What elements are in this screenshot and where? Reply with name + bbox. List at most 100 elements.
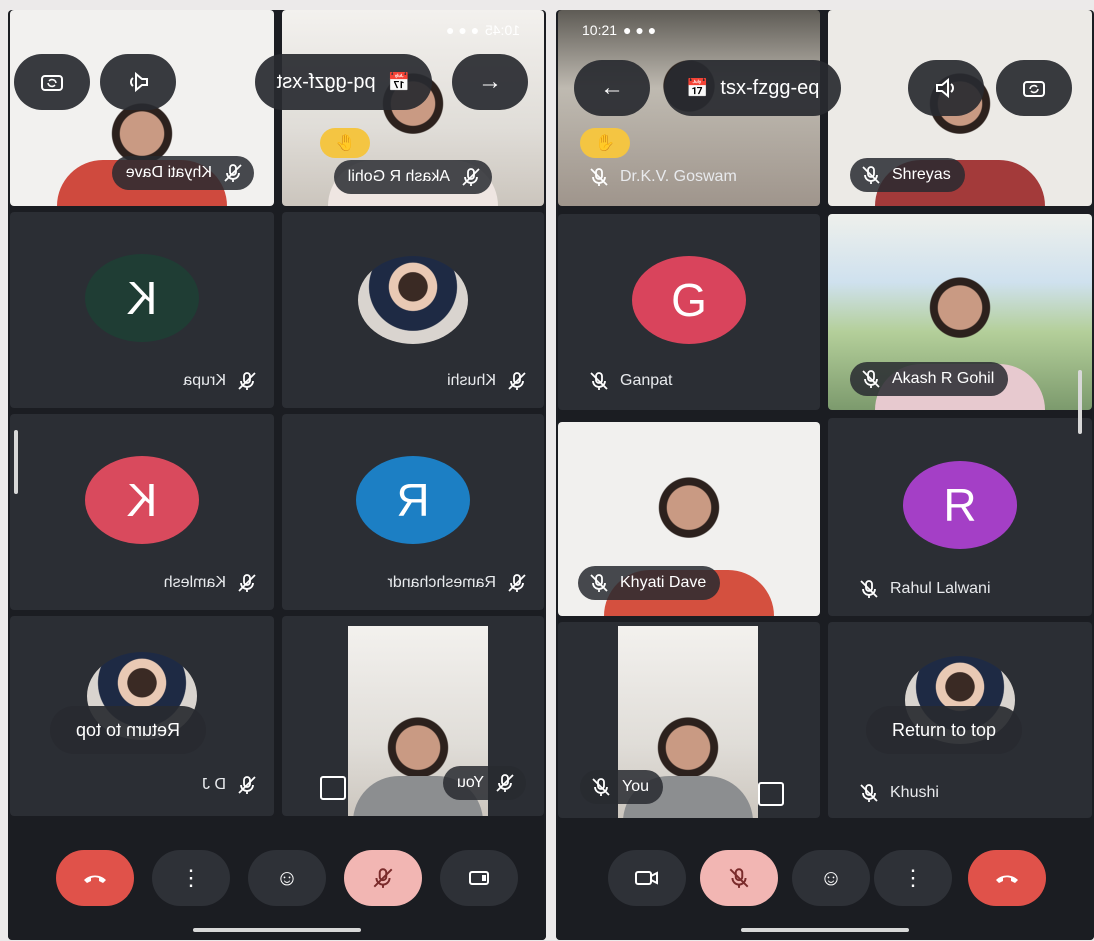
- reactions-button[interactable]: ☺: [792, 850, 870, 906]
- scroll-indicator[interactable]: [1078, 370, 1082, 434]
- participant-name: Khyati Dave: [125, 164, 212, 181]
- picture-in-picture-icon[interactable]: [320, 776, 346, 800]
- avatar-initial: K: [126, 474, 158, 527]
- participant-name: Dr.K.V. Goswam: [620, 168, 737, 185]
- return-to-top-button[interactable]: Return to top: [49, 706, 206, 754]
- right-phone-screen: ✋ Dr.K.V. Goswam Shreyas G Ganpat Akash …: [556, 10, 1094, 940]
- name-label: Ganpat: [588, 370, 672, 392]
- participant-name: Kamlesh: [163, 574, 226, 591]
- hand-raise-icon: ✋: [320, 128, 370, 158]
- participant-name: Khushi: [890, 784, 939, 801]
- tile-rahul-lalwani[interactable]: R Rahul Lalwani: [828, 418, 1092, 616]
- speaker-icon: [936, 77, 954, 99]
- switch-camera-icon: [41, 75, 63, 91]
- mic-off-icon: [236, 572, 258, 594]
- participant-name: D J: [202, 776, 226, 793]
- mic-off-icon: [460, 166, 482, 188]
- switch-camera-button[interactable]: [996, 60, 1072, 116]
- camera-toggle-button[interactable]: [608, 850, 686, 906]
- name-label: D J: [202, 774, 258, 796]
- reactions-button[interactable]: ☺: [248, 850, 326, 906]
- status-time: 10:21: [582, 22, 618, 38]
- left-phone-screen: ✋ Akash R Gohil Khyati Dave Khushi K Kru…: [8, 10, 546, 940]
- left-phone-mirrored-content: ✋ Akash R Gohil Khyati Dave Khushi K Kru…: [8, 10, 546, 940]
- participant-name: Akash R Gohil: [347, 168, 450, 185]
- more-options-button[interactable]: ⋮: [152, 850, 230, 906]
- name-pill: Khyati Dave: [578, 566, 721, 600]
- status-bar: 10:21 ● ● ●: [582, 22, 656, 38]
- meeting-code: tsx-fzgg-eq: [720, 76, 820, 99]
- call-controls-bar: ☺ ⋮: [8, 822, 546, 940]
- avatar-initial: K: [126, 272, 158, 325]
- avatar-initial: G: [671, 274, 707, 327]
- speaker-button[interactable]: [100, 54, 176, 110]
- mic-off-icon: [222, 162, 244, 184]
- avatar: K: [85, 456, 199, 545]
- participant-name: Ganpat: [620, 372, 673, 389]
- tile-khushi[interactable]: Khushi: [282, 212, 544, 408]
- mic-off-icon: [236, 774, 258, 796]
- emoji-icon: ☺: [819, 865, 843, 890]
- participant-name: Khyati Dave: [620, 574, 707, 591]
- switch-camera-icon: [1023, 81, 1045, 97]
- mic-toggle-button[interactable]: [344, 850, 422, 906]
- participant-name: Akash R Gohil: [892, 370, 995, 387]
- return-to-top-button[interactable]: Return to top: [866, 706, 1023, 754]
- status-icons: ● ● ●: [445, 22, 479, 38]
- name-label: Rahul Lalwani: [858, 578, 991, 600]
- mic-off-icon: [588, 572, 610, 594]
- speaker-button[interactable]: [908, 60, 984, 116]
- speaker-icon: [130, 71, 148, 93]
- tile-krupa[interactable]: K Krupa: [10, 212, 274, 408]
- avatar: R: [356, 456, 470, 545]
- tile-you[interactable]: You: [558, 622, 820, 818]
- avatar: K: [85, 254, 199, 343]
- phone-hangup-icon: [996, 875, 1018, 883]
- more-options-button[interactable]: ⋮: [874, 850, 952, 906]
- avatar-initial: R: [396, 474, 430, 527]
- tile-akash-gohil[interactable]: Akash R Gohil: [828, 214, 1092, 410]
- tile-ganpat[interactable]: G Ganpat: [558, 214, 820, 410]
- mic-off-icon: [506, 572, 528, 594]
- switch-camera-button[interactable]: [14, 54, 90, 110]
- mic-off-icon: [860, 368, 882, 390]
- status-time: 10:45: [484, 22, 520, 38]
- name-pill: Shreyas: [850, 158, 965, 192]
- name-pill: Khyati Dave: [111, 156, 254, 190]
- emoji-icon: ☺: [275, 865, 299, 890]
- end-call-button[interactable]: [56, 850, 134, 906]
- participant-name: Krupa: [183, 372, 226, 389]
- name-label: Rameshchandr: [388, 572, 529, 594]
- meeting-code-pill[interactable]: 📅 pq-ggzf-xst: [254, 54, 432, 110]
- mic-off-icon: [860, 164, 882, 186]
- avatar-initial: R: [943, 479, 977, 532]
- end-call-button[interactable]: [968, 850, 1046, 906]
- back-button[interactable]: ←: [574, 60, 650, 116]
- scroll-indicator[interactable]: [14, 430, 18, 494]
- participant-name: Rameshchandr: [387, 574, 497, 591]
- status-icons: ● ● ●: [623, 22, 657, 38]
- participant-name: Shreyas: [892, 166, 951, 183]
- home-indicator: [741, 928, 909, 932]
- avatar: R: [903, 461, 1017, 550]
- camera-icon: [635, 871, 658, 885]
- name-label: Khushi: [858, 782, 939, 804]
- name-pill: Akash R Gohil: [333, 160, 492, 194]
- back-button[interactable]: ←: [452, 54, 528, 110]
- name-label: Dr.K.V. Goswam: [588, 166, 737, 188]
- tile-khyati-dave[interactable]: Khyati Dave: [558, 422, 820, 616]
- tile-you[interactable]: You: [282, 616, 544, 816]
- tile-rameshchandra[interactable]: R Rameshchandr: [282, 414, 544, 610]
- meeting-code: pq-ggzf-xst: [276, 70, 376, 93]
- hand-raise-icon: ✋: [580, 128, 630, 158]
- mic-off-icon: [590, 776, 612, 798]
- meeting-code-pill[interactable]: 📅 tsx-fzgg-eq: [664, 60, 842, 116]
- more-vert-icon: ⋮: [902, 865, 924, 890]
- present-button[interactable]: [440, 850, 518, 906]
- mic-toggle-button[interactable]: [700, 850, 778, 906]
- participant-name: You: [457, 774, 484, 791]
- tile-kamlesh[interactable]: K Kamlesh: [10, 414, 274, 610]
- mic-off-icon: [373, 868, 393, 888]
- picture-in-picture-icon[interactable]: [758, 782, 784, 806]
- mic-off-icon: [588, 370, 610, 392]
